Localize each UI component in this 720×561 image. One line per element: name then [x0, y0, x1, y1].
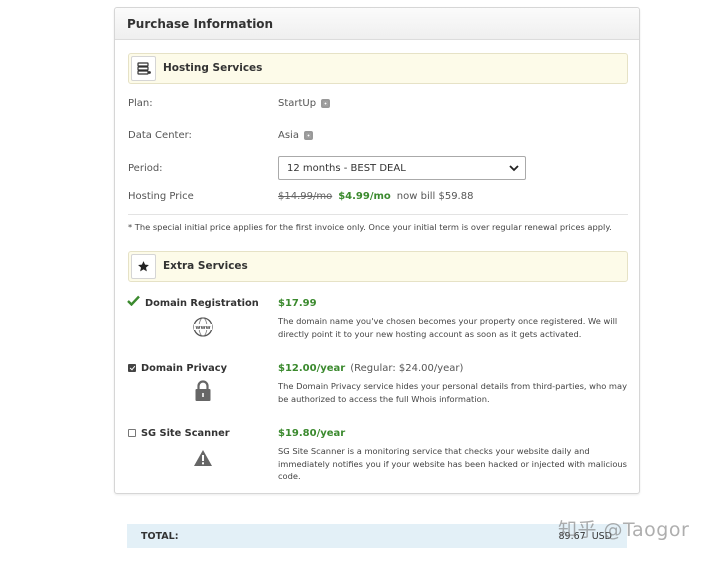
info-icon[interactable] [321, 99, 331, 108]
domain-registration-description: The domain name you've chosen becomes yo… [278, 316, 618, 339]
domain-privacy-description: The Domain Privacy service hides your pe… [278, 381, 628, 404]
domain-privacy-name: Domain Privacy [141, 363, 227, 374]
new-price: $4.99/mo [338, 191, 391, 202]
site-scanner-checkbox[interactable] [128, 429, 136, 437]
old-price: $14.99/mo [278, 191, 333, 202]
period-selected-value: 12 months - BEST DEAL [287, 162, 406, 174]
panel-header: Purchase Information [115, 8, 639, 40]
bill-amount: now bill $59.88 [396, 191, 474, 202]
extra-services-section: Extra Services [128, 251, 628, 282]
hosting-price-label: Hosting Price [128, 191, 194, 202]
initial-price-note: * The special initial price applies for … [128, 222, 612, 232]
domain-registration-name: Domain Registration [145, 298, 259, 309]
domain-registration-price: $17.99 [278, 298, 317, 309]
star-icon [131, 254, 156, 279]
extra-services-title: Extra Services [163, 260, 248, 272]
domain-privacy-checkbox[interactable] [128, 364, 136, 372]
total-label: TOTAL: [141, 531, 179, 542]
period-select[interactable]: 12 months - BEST DEAL [278, 156, 526, 180]
hosting-price: $14.99/mo $4.99/mo now bill $59.88 [278, 191, 473, 202]
datacenter-value: Asia [278, 130, 313, 141]
panel-title: Purchase Information [127, 17, 274, 31]
watermark: 知乎 @Taogor [558, 519, 690, 541]
datacenter-label: Data Center: [128, 130, 192, 141]
chevron-down-icon [509, 165, 519, 172]
plan-name: StartUp [278, 98, 317, 109]
datacenter-name: Asia [278, 130, 299, 141]
site-scanner-price: $19.80/year [278, 428, 346, 439]
domain-privacy-price: $12.00/year (Regular: $24.00/year) [278, 363, 463, 374]
period-label: Period: [128, 163, 163, 174]
divider [128, 214, 628, 215]
www-icon: www [193, 316, 213, 338]
check-icon [127, 295, 140, 306]
site-scanner-name: SG Site Scanner [141, 428, 230, 439]
warning-icon [193, 447, 213, 469]
total-bar: TOTAL: 89.67 USD [127, 524, 627, 548]
info-icon[interactable] [303, 131, 313, 140]
www-icon-label: www [195, 325, 210, 331]
plan-label: Plan: [128, 98, 153, 109]
domain-privacy-regular-price: (Regular: $24.00/year) [350, 363, 464, 374]
site-scanner-description: SG Site Scanner is a monitoring service … [278, 446, 627, 481]
hosting-services-section: Hosting Services [128, 53, 628, 84]
plan-value: StartUp [278, 98, 331, 109]
lock-icon [193, 380, 213, 402]
purchase-information-panel: Purchase Information Hosting Services Pl… [114, 7, 640, 494]
hosting-services-title: Hosting Services [163, 62, 263, 74]
server-icon [131, 56, 156, 81]
domain-privacy-price-value: $12.00/year [278, 363, 346, 374]
